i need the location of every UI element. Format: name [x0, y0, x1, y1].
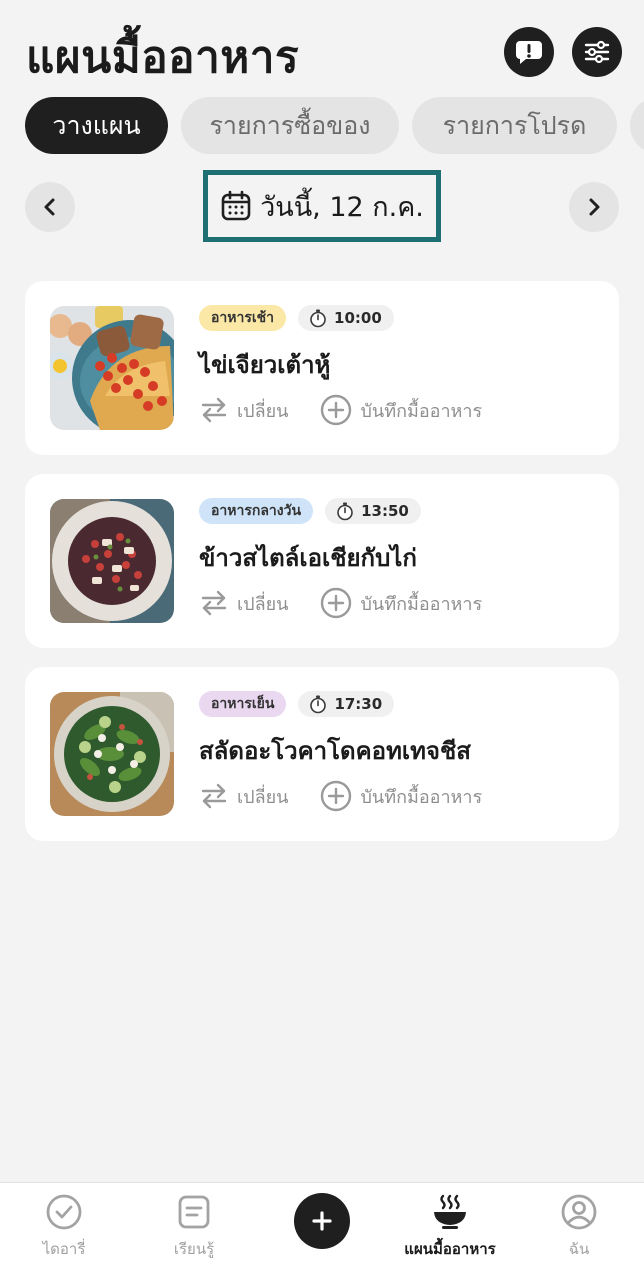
sliders-icon: [584, 40, 610, 64]
meal-actions: เปลี่ยน บันทึกมื้ออาหาร: [199, 780, 482, 812]
profile-icon: [561, 1194, 597, 1230]
date-selector[interactable]: วันนี้, 12 ก.ค.: [203, 170, 441, 242]
meal-photo: [50, 499, 174, 623]
meal-time: 13:50: [361, 502, 409, 520]
nav-label: ไดอารี่: [42, 1240, 86, 1258]
page-title: แผนมื้ออาหาร: [26, 32, 300, 83]
swap-label: เปลี่ยน: [237, 400, 289, 422]
meal-name: สลัดอะโวคาโดคอทเทจชีส: [199, 737, 471, 765]
swap-icon: [201, 590, 227, 616]
meal-time: 17:30: [334, 695, 383, 713]
stopwatch-icon: [310, 695, 327, 714]
settings-button[interactable]: [572, 27, 622, 77]
meal-meta: อาหารเย็น 17:30: [199, 691, 395, 717]
swap-label: เปลี่ยน: [237, 786, 289, 808]
nav-item-profile[interactable]: ฉัน: [515, 1193, 643, 1269]
learn-icon: [178, 1195, 210, 1229]
swap-icon: [201, 783, 227, 809]
meal-meta: อาหารกลางวัน 13:50: [199, 498, 421, 524]
previous-day-button[interactable]: [25, 182, 75, 232]
stopwatch-icon: [337, 502, 353, 521]
swap-meal-button[interactable]: เปลี่ยน: [199, 588, 288, 618]
time-badge: 17:30: [298, 691, 395, 717]
log-meal-button[interactable]: บันทึกมื้ออาหาร: [320, 394, 482, 426]
plus-circle-icon: [321, 394, 352, 426]
alert-chat-icon: [516, 41, 542, 64]
plus-icon: [312, 1211, 332, 1231]
calendar-icon: [221, 190, 251, 221]
meal-meta: อาหารเช้า 10:00: [199, 305, 394, 331]
tab-favorites[interactable]: รายการโปรด: [412, 97, 617, 154]
log-label: บันทึกมื้ออาหาร: [360, 593, 483, 615]
chevron-left-icon: [44, 198, 55, 216]
stopwatch-icon: [310, 309, 326, 328]
nav-item-meal-plan[interactable]: แผนมื้ออาหาร: [386, 1193, 514, 1269]
bottom-navigation: ไดอารี่ เรียนรู้ แผนมื้ออาหาร ฉัน: [0, 1182, 644, 1280]
meal-card-breakfast[interactable]: อาหารเช้า 10:00 ไข่เจียวเต้าหู้ เปลี่ยน: [25, 281, 619, 455]
meal-actions: เปลี่ยน บันทึกมื้ออาหาร: [199, 587, 482, 619]
nav-item-diary[interactable]: ไดอารี่: [0, 1193, 128, 1269]
log-label: บันทึกมื้ออาหาร: [360, 786, 483, 808]
nav-label: ฉัน: [568, 1240, 590, 1258]
meal-name: ข้าวสไตล์เอเชียกับไก่: [199, 544, 417, 572]
meal-type-badge: อาหารเย็น: [199, 691, 287, 717]
date-label: วันนี้, 12 ก.ค.: [260, 191, 424, 223]
log-label: บันทึกมื้ออาหาร: [360, 400, 483, 422]
nav-label: เรียนรู้: [173, 1240, 215, 1258]
log-meal-button[interactable]: บันทึกมื้ออาหาร: [320, 780, 482, 812]
log-meal-button[interactable]: บันทึกมื้ออาหาร: [320, 587, 482, 619]
plus-circle-icon: [321, 780, 352, 812]
meal-type-badge: อาหารกลางวัน: [199, 498, 314, 524]
tab-shopping-list[interactable]: รายการซื้อของ: [181, 97, 399, 154]
tab-plan[interactable]: วางแผน: [25, 97, 168, 154]
time-badge: 10:00: [298, 305, 394, 331]
meal-card-lunch[interactable]: อาหารกลางวัน 13:50 ข้าวสไตล์เอเชียกับไก่…: [25, 474, 619, 648]
swap-icon: [201, 397, 227, 423]
meal-actions: เปลี่ยน บันทึกมื้ออาหาร: [199, 394, 482, 426]
swap-label: เปลี่ยน: [237, 593, 289, 615]
tab-bar: วางแผน รายการซื้อของ รายการโปรด: [0, 97, 644, 154]
swap-meal-button[interactable]: เปลี่ยน: [199, 781, 288, 811]
add-button[interactable]: [294, 1193, 350, 1249]
swap-meal-button[interactable]: เปลี่ยน: [199, 395, 288, 425]
meal-time: 10:00: [334, 309, 382, 327]
meal-bowl-icon: [434, 1194, 466, 1229]
tab-more[interactable]: [630, 97, 644, 154]
meal-type-badge: อาหารเช้า: [199, 305, 287, 331]
nav-item-learn[interactable]: เรียนรู้: [130, 1193, 258, 1269]
header: แผนมื้ออาหาร: [0, 0, 644, 96]
next-day-button[interactable]: [569, 182, 619, 232]
date-navigator: วันนี้, 12 ก.ค.: [0, 170, 644, 242]
meal-photo: [50, 692, 174, 816]
check-circle-icon: [46, 1194, 82, 1230]
feedback-button[interactable]: [504, 27, 554, 77]
plus-circle-icon: [321, 587, 352, 619]
time-badge: 13:50: [325, 498, 421, 524]
meal-photo: [50, 306, 174, 430]
meal-card-dinner[interactable]: อาหารเย็น 17:30 สลัดอะโวคาโดคอทเทจชีส เป…: [25, 667, 619, 841]
meal-name: ไข่เจียวเต้าหู้: [199, 351, 331, 379]
chevron-right-icon: [589, 198, 600, 216]
nav-label: แผนมื้ออาหาร: [404, 1240, 496, 1258]
